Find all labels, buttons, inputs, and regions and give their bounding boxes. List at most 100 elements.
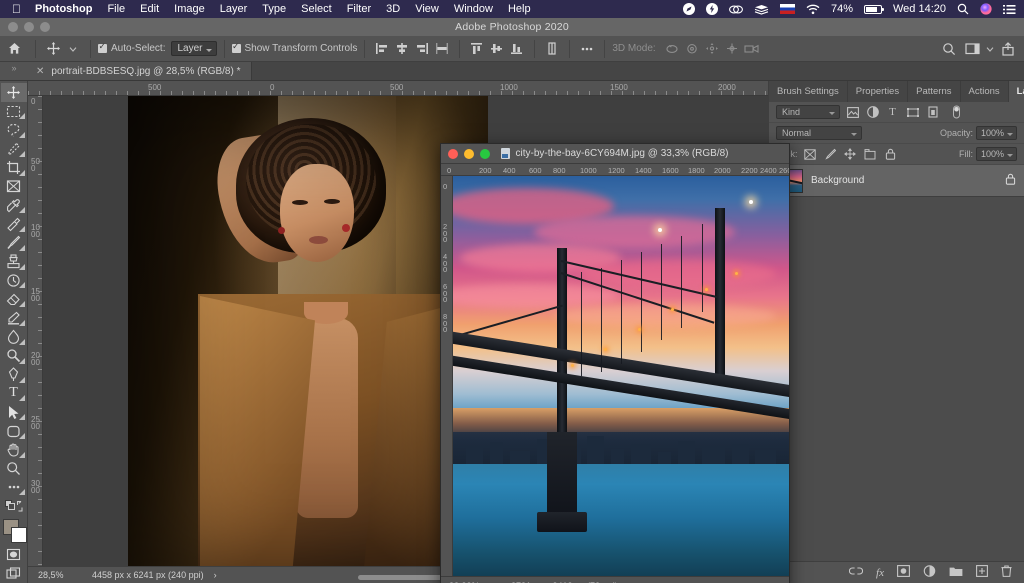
- control-center-icon[interactable]: [1003, 4, 1016, 15]
- new-layer-icon[interactable]: [976, 565, 988, 580]
- opacity-value[interactable]: 100%: [975, 126, 1017, 140]
- clone-stamp-tool[interactable]: [1, 252, 27, 271]
- rectangular-marquee-tool[interactable]: [1, 102, 27, 121]
- vertical-ruler[interactable]: 0 500 1000 1500 2000 2500 3000: [28, 96, 43, 583]
- quick-selection-tool[interactable]: [1, 139, 27, 158]
- filter-adjustment-icon[interactable]: [865, 105, 880, 120]
- horizontal-ruler[interactable]: 50005001000150020002500: [28, 81, 768, 96]
- adjustment-layer-icon[interactable]: [923, 565, 936, 580]
- ru-flag-icon[interactable]: [779, 4, 795, 14]
- tool-preset-chevron-icon[interactable]: [63, 39, 83, 59]
- align-center-h-icon[interactable]: [392, 39, 412, 59]
- move-tool[interactable]: [0, 83, 27, 102]
- floating-vertical-ruler[interactable]: 0 200 400 600 800: [441, 176, 453, 576]
- background-color-swatch[interactable]: [10, 526, 27, 543]
- crop-tool[interactable]: [1, 158, 27, 177]
- filter-shape-icon[interactable]: [905, 105, 920, 120]
- workspace-icon[interactable]: [962, 39, 982, 59]
- new-group-icon[interactable]: [949, 566, 963, 580]
- lock-transparency-icon[interactable]: [803, 147, 818, 162]
- menu-window[interactable]: Window: [454, 3, 493, 15]
- layers-list[interactable]: Background: [769, 165, 1024, 561]
- filter-toggle-icon[interactable]: [949, 105, 964, 120]
- lock-artboard-icon[interactable]: [863, 147, 878, 162]
- link-layers-icon[interactable]: [848, 566, 864, 579]
- layer-name[interactable]: Background: [811, 175, 864, 186]
- floating-horizontal-ruler[interactable]: 0 200 400 600 800 1000 1200 1400 1600 1800 2000 220…: [441, 164, 789, 176]
- menu-select[interactable]: Select: [301, 3, 332, 15]
- lock-position-icon[interactable]: [843, 147, 858, 162]
- quick-mask-icon[interactable]: [1, 546, 27, 565]
- eyedropper-tool[interactable]: [1, 196, 27, 215]
- align-bottom-icon[interactable]: [507, 39, 527, 59]
- color-swatches[interactable]: [1, 518, 27, 543]
- distribute-v-icon[interactable]: [542, 39, 562, 59]
- document-tab-portrait[interactable]: ✕ portrait-BDBSESQ.jpg @ 28,5% (RGB/8) *: [28, 62, 252, 80]
- tab-brush-settings[interactable]: Brush Settings: [769, 81, 848, 102]
- creative-cloud-icon[interactable]: [729, 4, 743, 15]
- brush-tool[interactable]: [1, 234, 27, 253]
- share-icon[interactable]: [998, 39, 1018, 59]
- clock-label[interactable]: Wed 14:20: [893, 3, 946, 15]
- menu-help[interactable]: Help: [508, 3, 531, 15]
- menu-3d[interactable]: 3D: [386, 3, 400, 15]
- history-brush-tool[interactable]: [1, 271, 27, 290]
- eraser-tool[interactable]: [1, 290, 27, 309]
- tab-layers[interactable]: Layers: [1008, 81, 1024, 102]
- layer-style-fx-icon[interactable]: fx: [876, 567, 884, 579]
- lock-all-icon[interactable]: [883, 147, 898, 162]
- zoom-tool[interactable]: [1, 459, 27, 478]
- apple-icon[interactable]: : [12, 2, 21, 16]
- 3d-slide-icon[interactable]: [722, 39, 742, 59]
- filter-smart-icon[interactable]: [925, 105, 940, 120]
- menu-layer[interactable]: Layer: [220, 3, 248, 15]
- layer-filter-kind-dropdown[interactable]: Kind: [776, 105, 840, 119]
- menu-edit[interactable]: Edit: [140, 3, 159, 15]
- default-colors-icon[interactable]: [1, 497, 27, 516]
- portrait-image[interactable]: [128, 96, 488, 583]
- path-selection-tool[interactable]: [1, 403, 27, 422]
- layer-row-background[interactable]: Background: [769, 165, 1024, 197]
- menu-view[interactable]: View: [415, 3, 439, 15]
- frame-tool[interactable]: [1, 177, 27, 196]
- 3d-roll-icon[interactable]: [682, 39, 702, 59]
- gradient-tool[interactable]: [1, 309, 27, 328]
- menu-app-name[interactable]: Photoshop: [35, 3, 92, 15]
- 3d-rotate-icon[interactable]: [662, 39, 682, 59]
- auto-select-checkbox[interactable]: Auto-Select:: [98, 41, 165, 54]
- home-icon[interactable]: [0, 42, 28, 55]
- type-tool[interactable]: T: [1, 384, 27, 403]
- 3d-pan-icon[interactable]: [702, 39, 722, 59]
- rectangle-shape-tool[interactable]: [1, 422, 27, 441]
- spot-healing-brush-tool[interactable]: [1, 215, 27, 234]
- vpn-icon[interactable]: [682, 3, 695, 15]
- align-top-icon[interactable]: [467, 39, 487, 59]
- tab-properties[interactable]: Properties: [848, 81, 909, 102]
- menu-image[interactable]: Image: [174, 3, 205, 15]
- siri-icon[interactable]: [980, 3, 992, 15]
- blur-tool[interactable]: [1, 328, 27, 347]
- edit-toolbar-button[interactable]: [1, 478, 27, 497]
- blend-mode-dropdown[interactable]: Normal: [776, 126, 862, 140]
- align-right-icon[interactable]: [412, 39, 432, 59]
- lock-icon[interactable]: [1005, 173, 1016, 188]
- stack-icon[interactable]: [754, 4, 769, 15]
- close-icon[interactable]: ✕: [36, 66, 44, 77]
- lasso-tool[interactable]: [1, 121, 27, 140]
- move-tool-icon[interactable]: [43, 39, 63, 59]
- tab-patterns[interactable]: Patterns: [908, 81, 961, 102]
- floating-document-window[interactable]: city-by-the-bay-6CY694M.jpg @ 33,3% (RGB…: [440, 143, 790, 583]
- align-left-icon[interactable]: [372, 39, 392, 59]
- search-icon[interactable]: [939, 39, 959, 59]
- delete-layer-icon[interactable]: [1001, 565, 1012, 580]
- hand-tool[interactable]: [1, 440, 27, 459]
- show-transform-controls-checkbox[interactable]: Show Transform Controls: [231, 41, 357, 54]
- distribute-h-icon[interactable]: [432, 39, 452, 59]
- chevron-down-icon[interactable]: [985, 39, 995, 59]
- screen-mode-icon[interactable]: [1, 564, 27, 583]
- more-options-icon[interactable]: [577, 39, 597, 59]
- fill-value[interactable]: 100%: [975, 147, 1017, 161]
- dodge-tool[interactable]: [1, 346, 27, 365]
- bolt-icon[interactable]: [705, 3, 718, 15]
- tab-actions[interactable]: Actions: [961, 81, 1009, 102]
